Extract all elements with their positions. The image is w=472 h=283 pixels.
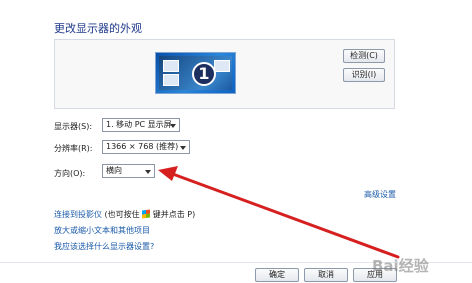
baidu-watermark: Bai经验 (372, 257, 429, 275)
annotation-arrow (158, 166, 400, 259)
